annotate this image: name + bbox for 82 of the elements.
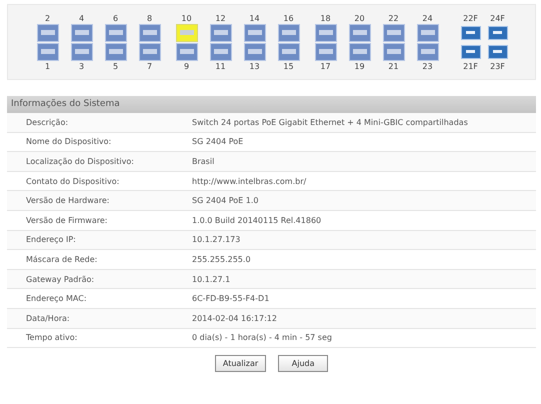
port-number: 21F (463, 62, 478, 70)
ethernet-port-icon[interactable] (278, 42, 300, 60)
port-number: 11 (215, 62, 226, 70)
port-number: 20 (354, 14, 365, 22)
port-number: 14 (249, 14, 260, 22)
port-number: 24F (490, 14, 505, 22)
port-number: 5 (112, 62, 118, 70)
port-number: 8 (146, 14, 152, 22)
ethernet-port-icon[interactable] (416, 24, 438, 42)
field-value: 10.1.27.1 (192, 274, 230, 284)
port-number: 22 (388, 14, 399, 22)
field-value: Switch 24 portas PoE Gigabit Ethernet + 4 Mini-GBIC compartilhadas (192, 118, 468, 127)
port-number: 10 (181, 14, 192, 22)
ethernet-port-icon[interactable] (70, 24, 92, 42)
field-label: Nome do Dispositivo: (25, 137, 112, 146)
port-number: 18 (320, 14, 331, 22)
field-value: 0 dia(s) - 1 hora(s) - 4 min - 57 seg (192, 333, 332, 342)
ethernet-port-icon[interactable] (104, 24, 126, 42)
ethernet-port-icon[interactable] (210, 24, 232, 42)
field-value: 6C-FD-B9-55-F4-D1 (192, 294, 270, 304)
ethernet-port-icon[interactable] (138, 42, 160, 60)
port-number: 2 (44, 14, 50, 22)
field-value: http://www.intelbras.com.br/ (192, 176, 306, 186)
field-label: Contato do Dispositivo: (25, 176, 120, 186)
field-label: Gateway Padrão: (25, 274, 96, 284)
field-value: Brasil (192, 156, 214, 166)
ethernet-port-icon[interactable] (382, 24, 404, 42)
sfp-port-icon[interactable] (460, 44, 480, 58)
ethernet-port-icon[interactable] (348, 24, 370, 42)
field-label: Localização do Dispositivo: (25, 156, 135, 166)
field-value: 10.1.27.173 (192, 235, 240, 244)
ethernet-port-icon[interactable] (348, 42, 370, 60)
field-label: Endereço IP: (25, 235, 77, 244)
field-value: 255.255.255.0 (192, 254, 251, 264)
ethernet-port-icon[interactable] (244, 24, 266, 42)
help-button[interactable]: Ajuda (278, 355, 328, 372)
port-number: 19 (354, 62, 365, 70)
ethernet-port-icon[interactable] (244, 42, 266, 60)
field-label: Máscara de Rede: (25, 254, 98, 264)
port-number: 3 (78, 62, 84, 70)
sfp-port-icon[interactable] (488, 44, 508, 58)
ethernet-port-icon[interactable] (36, 24, 58, 42)
refresh-button[interactable]: Atualizar (214, 355, 266, 372)
port-number: 9 (184, 62, 190, 70)
sfp-port-icon[interactable] (460, 26, 480, 40)
field-label: Tempo ativo: (25, 333, 78, 342)
sfp-port-icon[interactable] (488, 26, 508, 40)
port-number: 6 (112, 14, 118, 22)
ethernet-port-icon[interactable] (104, 42, 126, 60)
ethernet-port-icon[interactable] (176, 42, 198, 60)
ethernet-port-icon[interactable] (314, 42, 336, 60)
ethernet-port-icon[interactable] (416, 42, 438, 60)
section-header: Informações do Sistema (7, 96, 536, 113)
ethernet-port-icon[interactable] (382, 42, 404, 60)
port-number: 1 (44, 62, 50, 70)
field-label: Endereço MAC: (25, 294, 88, 304)
port-number: 15 (283, 62, 294, 70)
field-value: SG 2404 PoE 1.0 (192, 196, 258, 206)
port-number: 24 (422, 14, 433, 22)
port-number: 21 (388, 62, 399, 70)
port-number: 4 (78, 14, 84, 22)
ethernet-port-icon[interactable] (314, 24, 336, 42)
field-value: SG 2404 PoE (192, 137, 244, 146)
field-value: 1.0.0 Build 20140115 Rel.41860 (192, 216, 322, 225)
ethernet-port-icon[interactable] (278, 24, 300, 42)
ethernet-port-icon[interactable] (36, 42, 58, 60)
port-number: 17 (320, 62, 331, 70)
field-label: Descrição: (25, 118, 70, 127)
field-label: Data/Hora: (25, 314, 71, 323)
port-number: 23 (422, 62, 433, 70)
port-number: 12 (215, 14, 226, 22)
port-number: 23F (490, 62, 505, 70)
port-number: 22F (463, 14, 478, 22)
port-number: 13 (249, 62, 260, 70)
port-number: 7 (146, 62, 152, 70)
ethernet-port-icon[interactable] (70, 42, 92, 60)
ethernet-port-icon[interactable] (210, 42, 232, 60)
port-number: 16 (283, 14, 294, 22)
field-label: Versão de Hardware: (25, 196, 110, 206)
field-value: 2014-02-04 16:17:12 (192, 314, 277, 323)
field-label: Versão de Firmware: (25, 216, 108, 225)
ethernet-port-icon[interactable] (138, 24, 160, 42)
